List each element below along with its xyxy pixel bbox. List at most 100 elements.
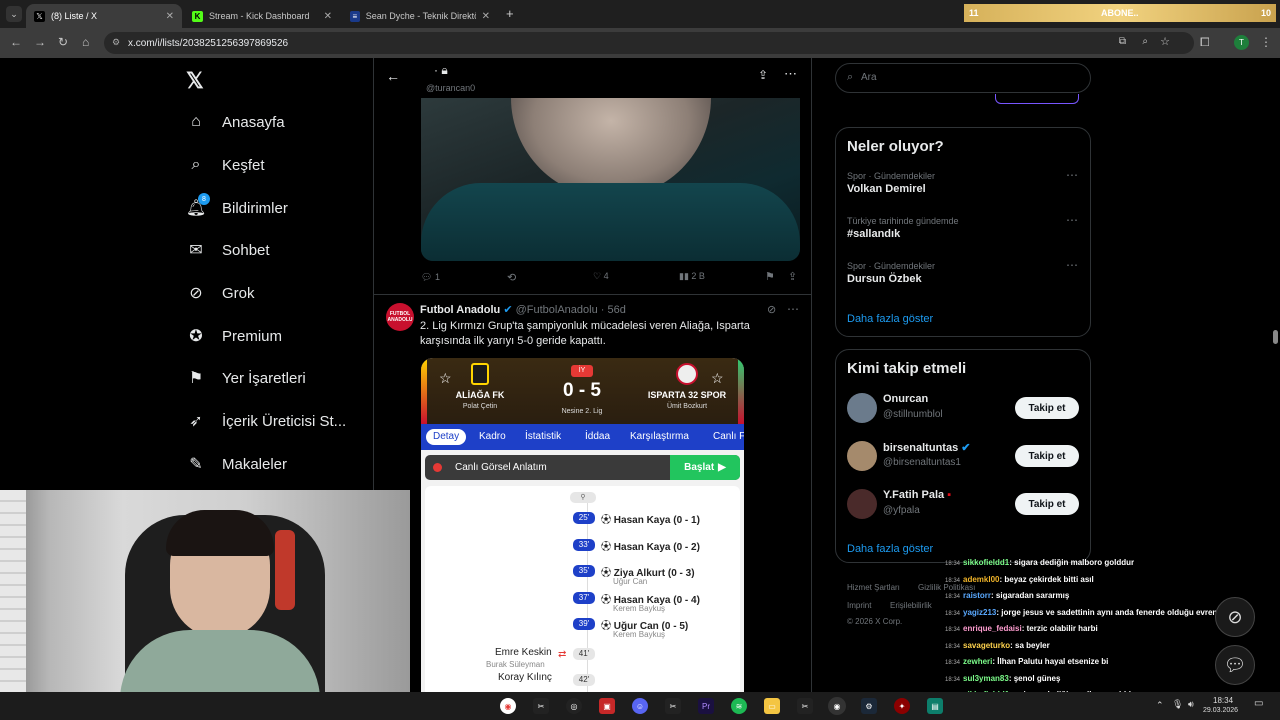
tab-list-icon[interactable]: ⌄ — [6, 6, 22, 22]
game-icon[interactable]: ✦ — [894, 698, 910, 714]
footer-terms[interactable]: Hizmet Şartları — [847, 583, 900, 592]
search-placeholder[interactable]: Ara — [861, 72, 877, 83]
follow-name-row[interactable]: Y.Fatih Pala ▪ — [883, 489, 951, 501]
tweet-time[interactable]: 56d — [608, 304, 626, 316]
tweet-photo[interactable] — [421, 98, 800, 261]
share-icon[interactable]: ⇪ — [758, 68, 768, 82]
tab-detay[interactable]: Detay — [426, 429, 467, 445]
x-logo-icon[interactable]: 𝕏 — [186, 68, 204, 94]
more-icon[interactable]: ⋯ — [787, 302, 799, 316]
tab-karsilastirma[interactable]: Karşılaştırma — [630, 431, 689, 442]
footer-accessibility[interactable]: Erişilebilirlik — [890, 601, 932, 610]
back-icon[interactable]: ← — [10, 35, 22, 49]
nav-creator-studio[interactable]: ➶ İçerik Üreticisi St... — [186, 411, 346, 431]
star-icon[interactable]: ☆ — [711, 370, 724, 387]
start-button[interactable]: Başlat ▶ — [670, 455, 740, 480]
follow-name-row[interactable]: birsenaltuntas ✔ — [883, 441, 970, 454]
bookmark-star-icon[interactable]: ☆ — [1160, 35, 1170, 48]
app2-icon[interactable]: ▤ — [927, 698, 943, 714]
avatar[interactable] — [847, 441, 877, 471]
tab-iddaa[interactable]: İddaa — [585, 431, 610, 442]
avatar[interactable] — [847, 393, 877, 423]
close-icon[interactable]: ✕ — [166, 11, 174, 22]
url-bar[interactable]: ⚙ x.com/i/lists/2038251256397869526 ⧉ ⌕ … — [104, 32, 1194, 54]
grok-fab-icon[interactable]: ⊘ — [1215, 597, 1255, 637]
avatar[interactable] — [847, 489, 877, 519]
bookmark-button[interactable]: ⚑ — [765, 270, 775, 283]
wtf-more-link[interactable]: Daha fazla göster — [847, 543, 933, 555]
nav-grok[interactable]: ⊘ Grok — [186, 283, 254, 303]
forward-icon[interactable]: → — [34, 35, 46, 49]
author-name[interactable]: Futbol Anadolu — [420, 304, 500, 316]
steam-icon[interactable]: ⚙ — [861, 698, 877, 714]
reply-button[interactable]: 💬︎ 1 — [421, 272, 440, 283]
zoom-icon[interactable]: ⌕ — [1142, 36, 1148, 47]
chrome-active-icon[interactable]: ◉ — [828, 697, 846, 715]
nav-explore[interactable]: ⌕ Keşfet — [186, 155, 265, 175]
app-icon[interactable]: ▣ — [599, 698, 615, 714]
footer-imprint[interactable]: Imprint — [847, 601, 871, 610]
more-icon[interactable]: ⋯ — [784, 66, 797, 82]
nav-articles[interactable]: ✎ Makaleler — [186, 454, 287, 474]
mic-icon[interactable]: 🎙︎ — [1172, 699, 1183, 710]
premiere-icon[interactable]: Pr — [698, 698, 714, 714]
capcut-icon-3[interactable]: ✂ — [797, 698, 813, 714]
avatar[interactable]: FUTBOL ANADOLU — [386, 303, 414, 331]
nav-premium[interactable]: ✪ Premium — [186, 326, 282, 346]
close-icon[interactable]: ✕ — [324, 11, 332, 22]
spotify-icon[interactable]: ≋ — [731, 698, 747, 714]
obs-icon[interactable]: ◎ — [566, 698, 582, 714]
like-button[interactable]: ♡ 4 — [593, 271, 609, 282]
more-icon[interactable]: ⋯ — [1066, 168, 1078, 182]
grok-icon[interactable]: ⊘ — [767, 303, 776, 316]
scrollbar-thumb[interactable] — [1273, 330, 1278, 344]
follow-button[interactable]: Takip et — [1015, 493, 1079, 515]
clock-time[interactable]: 18:34 — [1213, 696, 1233, 705]
tab-istatistik[interactable]: İstatistik — [525, 431, 561, 442]
views-button[interactable]: ▮▮ 2 B — [679, 271, 705, 282]
tab-kadro[interactable]: Kadro — [479, 431, 506, 442]
nav-home[interactable]: ⌂ Anasayfa — [186, 112, 284, 132]
match-screenshot[interactable]: ☆ ☆ ALİAĞA FK Polat Çetin ISPARTA 32 SPO… — [421, 358, 744, 692]
menu-icon[interactable]: ⋮ — [1260, 35, 1272, 49]
site-info-icon[interactable]: ⚙ — [112, 37, 120, 48]
nav-bookmarks[interactable]: ⚑ Yer İşaretleri — [186, 368, 306, 388]
discord-icon[interactable]: ☺ — [632, 698, 648, 714]
capcut-icon[interactable]: ✂ — [533, 698, 549, 714]
notifications-tray-icon[interactable]: ▭ — [1254, 698, 1263, 709]
share-button[interactable]: ⇪ — [788, 270, 797, 283]
trends-more-link[interactable]: Daha fazla göster — [847, 313, 933, 325]
new-tab-icon[interactable]: + — [506, 6, 514, 21]
author-handle[interactable]: @FutbolAnadolu — [516, 304, 598, 316]
volume-icon[interactable]: 🔊︎ — [1188, 699, 1194, 710]
tab-sean-dyche[interactable]: ≡ Sean Dyche - Teknik Direktör p ✕ — [342, 4, 498, 28]
home-icon[interactable]: ⌂ — [82, 35, 89, 49]
follow-name-row[interactable]: Onurcan — [883, 393, 928, 405]
trend-item[interactable]: Spor · Gündemdekiler Volkan Demirel — [847, 171, 935, 195]
tray-chevron-icon[interactable]: ⌃ — [1156, 700, 1164, 711]
search-box[interactable]: ⌕ Ara — [835, 63, 1091, 93]
follow-button[interactable]: Takip et — [1015, 445, 1079, 467]
chrome-icon[interactable]: ◉ — [500, 698, 516, 714]
more-icon[interactable]: ⋯ — [1066, 258, 1078, 272]
trend-item[interactable]: Spor · Gündemdekiler Dursun Özbek — [847, 261, 935, 285]
scrollbar[interactable] — [1271, 58, 1280, 692]
cast-icon[interactable]: ⧉ — [1119, 36, 1126, 47]
star-icon[interactable]: ☆ — [439, 370, 452, 387]
trend-item[interactable]: Türkiye tarihinde gündemde #sallandık — [847, 216, 959, 240]
folder-icon[interactable]: ▭ — [764, 698, 780, 714]
tab-kick-dashboard[interactable]: K Stream - Kick Dashboard ✕ — [184, 4, 340, 28]
follow-button[interactable]: Takip et — [1015, 397, 1079, 419]
back-arrow-icon[interactable]: ← — [386, 68, 400, 84]
tab-canli[interactable]: Canlı F — [713, 431, 744, 442]
more-icon[interactable]: ⋯ — [1066, 213, 1078, 227]
capcut-icon-2[interactable]: ✂ — [665, 698, 681, 714]
close-icon[interactable]: ✕ — [482, 11, 490, 22]
messages-fab-icon[interactable]: 💬︎ — [1215, 645, 1255, 685]
retweet-button[interactable]: ⟲ — [507, 271, 516, 284]
nav-notifications[interactable]: 🔔︎ 8 Bildirimler — [186, 193, 288, 218]
clock-date[interactable]: 29.03.2026 — [1203, 707, 1238, 714]
tab-x-list[interactable]: 𝕏 (8) Liste / X ✕ — [26, 4, 182, 28]
nav-chat[interactable]: ✉ Sohbet — [186, 240, 269, 260]
reload-icon[interactable]: ↻ — [58, 35, 68, 49]
